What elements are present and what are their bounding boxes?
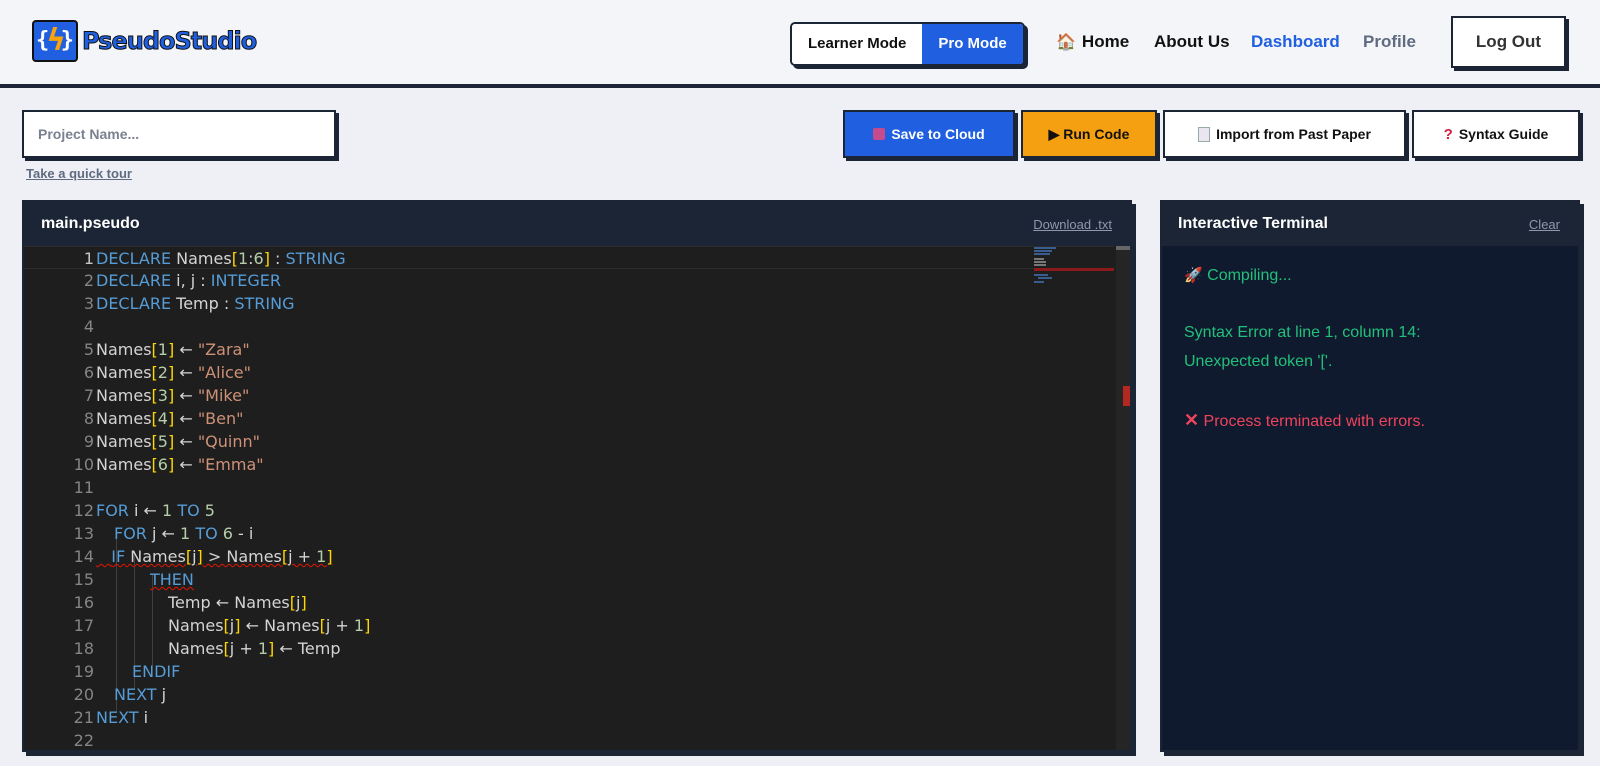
mode-toggle: Learner Mode Pro Mode [790,22,1025,66]
logout-button[interactable]: Log Out [1451,16,1566,68]
editor-scrollbar[interactable] [1116,246,1130,750]
code-line: 11 [73,478,94,497]
compiling-text: Compiling... [1207,267,1292,284]
nav-dashboard-link[interactable]: Dashboard [1251,32,1340,52]
download-txt-link[interactable]: Download .txt [1033,217,1112,232]
code-line: 5 Names[1] ← "Zara" [83,340,250,359]
terminal-terminated-line: ✕ Process terminated with errors. [1184,410,1425,431]
learner-mode-button[interactable]: Learner Mode [792,24,923,64]
code-line: 7 Names[3] ← "Mike" [83,386,250,405]
code-line: 3 DECLARE Temp : STRING [83,294,295,313]
question-mark-icon: ? [1443,125,1453,143]
terminal-error-line: Syntax Error at line 1, column 14: [1184,324,1421,341]
import-past-paper-button[interactable]: Import from Past Paper [1163,110,1406,158]
code-area[interactable]: 1 DECLARE Names[1:6] : STRING 2 DECLARE i,… [24,246,1116,750]
error-marker [1123,386,1130,406]
code-line: 15 THEN [73,570,194,589]
code-line: 9 Names[5] ← "Quinn" [83,432,260,451]
run-label: ▶ Run Code [1048,125,1130,142]
terminal-header: Interactive Terminal Clear [1162,202,1578,246]
terminal-error-detail: Unexpected token '['. [1184,353,1333,370]
logo[interactable]: { ϟ } PseudoStudio [32,20,258,62]
bolt-braces-icon: { ϟ } [32,20,78,62]
code-line: 19 ENDIF [73,662,181,681]
terminated-text: Process terminated with errors. [1203,413,1425,430]
logo-text: PseudoStudio [81,27,257,56]
code-line: 17 Names[j] ← Names[j + 1] [73,616,371,635]
import-label: Import from Past Paper [1216,126,1371,142]
code-line: 14 IF Names[j] > Names[j + 1] [73,547,333,566]
document-icon [1198,126,1211,142]
editor-filename: main.pseudo [41,215,140,232]
interactive-terminal-panel: Interactive Terminal Clear 🚀 Compiling..… [1160,200,1580,752]
syntax-label: Syntax Guide [1458,126,1549,142]
pro-mode-button[interactable]: Pro Mode [922,24,1023,64]
code-line: 18 Names[j + 1] ← Temp [73,639,341,658]
code-line: 4 [83,317,94,336]
code-line: 21 NEXT i [73,708,149,727]
code-line: 13 FOR j ← 1 TO 6 - i [73,524,254,543]
code-line: 12 FOR i ← 1 TO 5 [73,501,215,520]
cross-icon: ✕ [1184,410,1200,430]
syntax-guide-button[interactable]: ? Syntax Guide [1412,110,1580,158]
code-line: 6 Names[2] ← "Alice" [83,363,252,382]
project-name-input[interactable] [22,110,336,158]
house-icon: 🏠 [1056,34,1076,51]
code-line: 8 Names[4] ← "Ben" [83,409,244,428]
save-label: Save to Cloud [891,126,985,142]
rocket-icon: 🚀 [1184,267,1203,284]
top-navbar: { ϟ } PseudoStudio Learner Mode Pro Mode… [0,0,1600,88]
quick-tour-link[interactable]: Take a quick tour [26,166,132,181]
clear-terminal-link[interactable]: Clear [1529,217,1560,232]
terminal-compiling-line: 🚀 Compiling... [1184,266,1292,285]
code-line: 22 [73,731,94,750]
nav-profile-link[interactable]: Profile [1363,32,1416,52]
code-line: 2 DECLARE i, j : INTEGER [83,271,281,290]
nav-about-link[interactable]: About Us [1154,32,1230,52]
code-line: 16 Temp ← Names[j] [73,593,307,612]
scrollbar-thumb[interactable] [1116,246,1130,250]
code-line: 10 Names[6] ← "Emma" [73,455,264,474]
editor-header: main.pseudo Download .txt [24,202,1130,246]
code-minimap[interactable] [1034,246,1114,286]
floppy-disk-icon [873,128,886,140]
nav-home-link[interactable]: 🏠 Home [1056,32,1129,52]
code-line: 20 NEXT j [73,685,167,704]
terminal-title: Interactive Terminal [1178,215,1328,232]
code-editor-panel: main.pseudo Download .txt 1 DECLARE Names… [22,200,1132,752]
save-to-cloud-button[interactable]: Save to Cloud [843,110,1015,158]
code-line: 1 DECLARE Names[1:6] : STRING [24,246,1114,269]
nav-home-label: Home [1081,32,1130,51]
run-code-button[interactable]: ▶ Run Code [1021,110,1157,158]
